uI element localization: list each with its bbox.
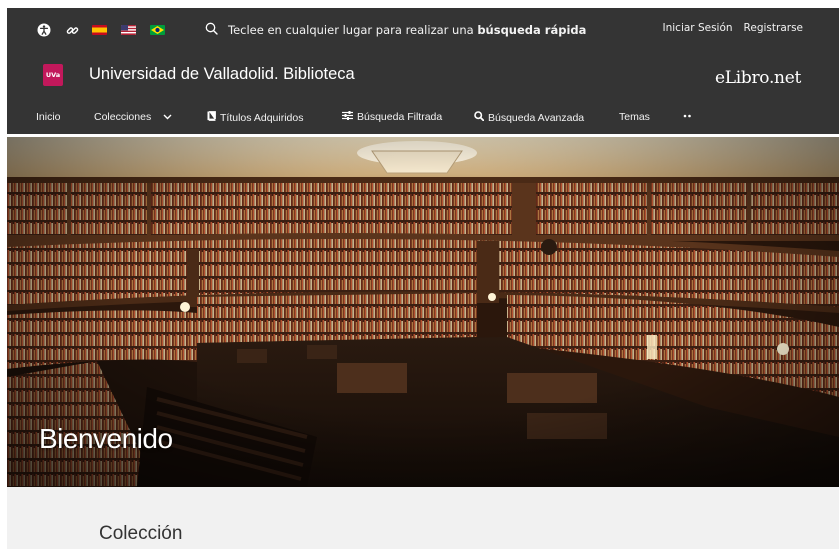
book-icon	[207, 111, 216, 124]
university-logo[interactable]: UVa	[43, 64, 63, 86]
nav-busqueda-avanzada-label: Búsqueda Avanzada	[488, 111, 585, 124]
nav-busqueda-filtrada[interactable]: Búsqueda Filtrada	[342, 111, 442, 123]
spanish-flag-icon[interactable]	[92, 22, 107, 38]
quick-search[interactable]: Teclee en cualquier lugar para realizar …	[205, 20, 586, 40]
page-frame: Teclee en cualquier lugar para realizar …	[7, 8, 839, 549]
nav-titulos-label: Títulos Adquiridos	[220, 111, 304, 124]
nav-temas-label: Temas	[619, 111, 650, 123]
logo-text: UVa	[45, 71, 61, 79]
nav-inicio-label: Inicio	[36, 111, 61, 123]
search-placeholder-bold: búsqueda rápida	[477, 23, 587, 37]
filter-icon	[342, 111, 353, 123]
platform-logo[interactable]: eLibro.net	[715, 68, 801, 88]
search-placeholder-prefix: Teclee en cualquier lugar para realizar …	[228, 23, 478, 37]
collection-section: Colección	[7, 487, 839, 549]
chevron-down-icon	[163, 111, 172, 123]
top-bar: Teclee en cualquier lugar para realizar …	[7, 8, 839, 52]
main-nav: Inicio Colecciones Títulos Adquiridos Bú…	[7, 108, 839, 130]
section-title: Colección	[99, 523, 183, 544]
link-icon[interactable]	[66, 22, 79, 38]
nav-inicio[interactable]: Inicio	[36, 111, 61, 123]
search-placeholder: Teclee en cualquier lugar para realizar …	[228, 23, 586, 37]
register-link[interactable]: Registrarse	[744, 22, 803, 34]
auth-links: Iniciar Sesión Registrarse	[663, 22, 804, 34]
nav-temas[interactable]: Temas	[619, 111, 650, 123]
brazil-flag-icon[interactable]	[150, 22, 165, 38]
accessibility-icon[interactable]	[37, 22, 51, 38]
hero-title: Bienvenido	[39, 423, 173, 454]
search-icon	[205, 22, 218, 38]
site-header: Teclee en cualquier lugar para realizar …	[7, 8, 839, 134]
institution-name[interactable]: Universidad de Valladolid. Biblioteca	[89, 65, 355, 84]
nav-busqueda-filtrada-label: Búsqueda Filtrada	[357, 111, 443, 123]
nav-titulos-adquiridos[interactable]: Títulos Adquiridos	[207, 111, 303, 124]
more-options-icon[interactable]	[683, 108, 693, 122]
hero-banner: Bienvenido	[7, 137, 839, 487]
nav-busqueda-avanzada[interactable]: Búsqueda Avanzada	[474, 111, 584, 124]
nav-colecciones-label: Colecciones	[94, 111, 152, 123]
us-flag-icon[interactable]	[121, 22, 136, 38]
search-icon	[474, 111, 485, 124]
nav-colecciones[interactable]: Colecciones	[94, 111, 172, 123]
brand-bar: UVa Universidad de Valladolid. Bibliotec…	[7, 58, 839, 92]
login-link[interactable]: Iniciar Sesión	[663, 22, 733, 34]
